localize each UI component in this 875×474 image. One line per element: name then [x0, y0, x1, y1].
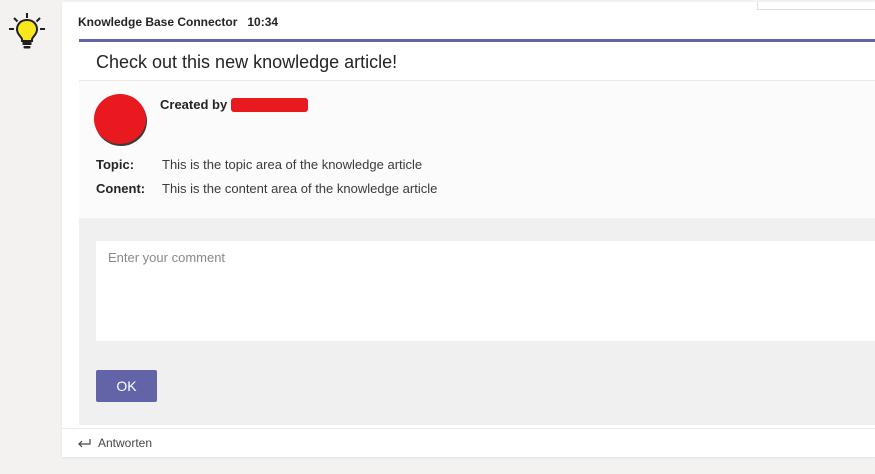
- card-title: Check out this new knowledge article!: [96, 52, 398, 72]
- adaptive-card: Check out this new knowledge article! Cr…: [79, 39, 875, 425]
- fact-value: This is the content area of the knowledg…: [162, 181, 438, 196]
- bot-avatar[interactable]: [6, 10, 48, 52]
- fact-value: This is the topic area of the knowledge …: [162, 157, 423, 172]
- fact-row-content: Conent: This is the content area of the …: [96, 181, 437, 196]
- created-by: Created by: [160, 97, 309, 112]
- ok-button[interactable]: OK: [96, 370, 157, 402]
- fact-row-topic: Topic: This is the topic area of the kno…: [96, 157, 422, 172]
- card-title-bar: Check out this new knowledge article!: [79, 42, 875, 81]
- reply-arrow-icon: [78, 439, 91, 448]
- comment-input[interactable]: [96, 241, 875, 341]
- fact-key: Topic:: [96, 157, 135, 172]
- lightbulb-icon: [9, 13, 45, 49]
- message-actions-placeholder: [757, 2, 875, 10]
- fact-key: Conent:: [96, 181, 146, 196]
- sender-name[interactable]: Knowledge Base Connector: [78, 15, 237, 29]
- reply-button[interactable]: Antworten: [62, 428, 875, 457]
- reply-label: Antworten: [98, 436, 153, 450]
- author-avatar: [94, 94, 147, 146]
- message-header: Knowledge Base Connector 10:34: [78, 14, 278, 30]
- message-timestamp: 10:34: [247, 15, 279, 29]
- card-body: Created by Topic: This is the topic area…: [79, 81, 875, 218]
- redacted-author-name: [231, 97, 309, 112]
- created-by-label: Created by: [160, 97, 228, 112]
- message-container: Knowledge Base Connector 10:34 Check out…: [62, 2, 875, 457]
